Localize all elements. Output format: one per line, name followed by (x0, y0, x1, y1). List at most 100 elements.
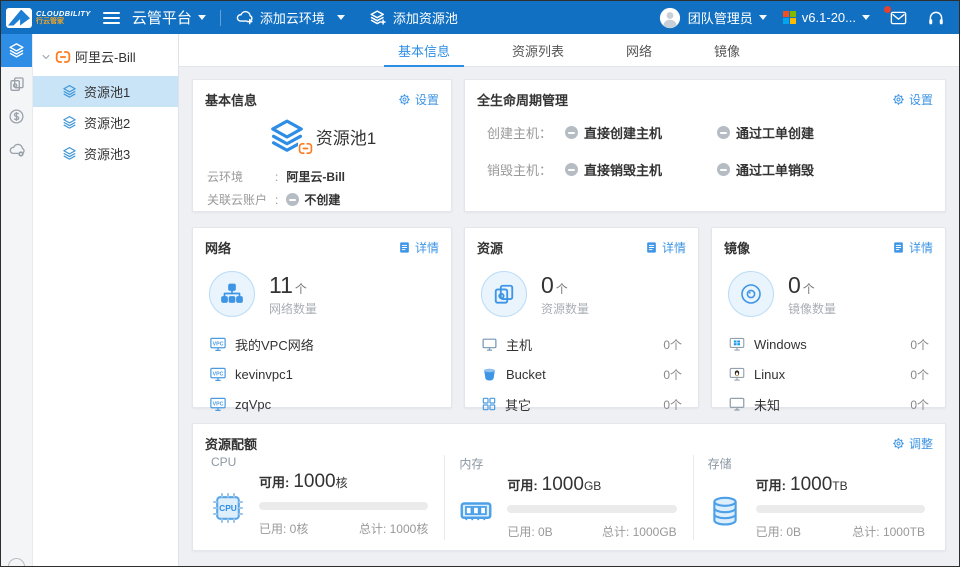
option-ticket-destroy: 通过工单销毁 (717, 160, 869, 179)
action-label: 设置 (415, 91, 439, 108)
card-title: 基本信息 (205, 90, 257, 109)
help-icon[interactable] (8, 558, 25, 567)
lifecycle-row-create: 创建主机： 直接创建主机 通过工单创建 (487, 123, 945, 142)
add-cloud-env-button[interactable]: 添加云环境 (235, 8, 345, 27)
bucket-icon (481, 366, 498, 383)
layers-icon (8, 42, 25, 59)
tab-network[interactable]: 网络 (626, 34, 652, 66)
action-label: 设置 (909, 91, 933, 108)
copy-icon (9, 76, 25, 92)
card-title: 镜像 (724, 238, 750, 257)
tab-resource-list[interactable]: 资源列表 (512, 34, 564, 66)
rail-item-cloud-settings[interactable] (1, 133, 32, 166)
product-menu[interactable]: 云管平台 (132, 7, 206, 28)
network-icon (220, 282, 244, 306)
avatar[interactable] (659, 7, 681, 29)
quota-available: 1000 (293, 471, 335, 492)
action-label: 详情 (415, 239, 439, 256)
quota-total: 总计: 1000TB (852, 523, 925, 540)
monitor-icon (481, 336, 498, 353)
tab-images[interactable]: 镜像 (714, 34, 740, 66)
minus-circle-icon (717, 163, 730, 176)
disc-icon (739, 282, 763, 306)
rail-item-billing[interactable] (1, 100, 32, 133)
row-label: 创建主机： (487, 123, 565, 142)
cloud-gear-icon (8, 141, 26, 159)
lifecycle-settings-button[interactable]: 设置 (892, 91, 933, 108)
info-value: 不创建 (286, 191, 340, 208)
basic-settings-button[interactable]: 设置 (398, 91, 439, 108)
brand-name: CLOUDBILITY (36, 10, 91, 18)
version-label: v6.1-20... (802, 10, 856, 25)
dollar-icon (8, 108, 25, 125)
gear-icon (892, 437, 905, 450)
vpc-list-item: zqVpc (209, 389, 435, 419)
user-menu[interactable]: 团队管理员 (681, 8, 767, 27)
gear-icon (892, 93, 905, 106)
caret-down-icon (862, 15, 870, 20)
tree-item-pool1[interactable]: 资源池1 (33, 76, 178, 107)
linux-icon (728, 365, 746, 383)
tab-label: 基本信息 (398, 41, 450, 60)
section-label: CPU (211, 455, 428, 469)
lifecycle-card: 全生命周期管理 设置 创建主机： 直接创建主机 (464, 79, 946, 212)
vpc-icon (209, 395, 227, 413)
quota-progress-bar (259, 502, 428, 510)
tree-root-aliyun-bill[interactable]: 阿里云-Bill (33, 34, 178, 76)
section-label: 内存 (459, 455, 676, 472)
quota-progress-bar (756, 505, 925, 513)
grid-icon (481, 396, 497, 412)
rail-item-resource-pools[interactable] (1, 34, 32, 67)
windows-icon (728, 335, 746, 353)
image-list-item-linux: Linux 0个 (728, 359, 929, 389)
brand-logo-icon (6, 8, 32, 28)
hamburger-menu-icon[interactable] (103, 9, 120, 27)
resource-list-item-other: 其它 0个 (481, 389, 682, 419)
action-label: 调整 (909, 435, 933, 452)
icon-rail (1, 34, 33, 566)
memory-icon (458, 493, 494, 529)
version-menu[interactable]: v6.1-20... (796, 10, 870, 25)
tab-label: 网络 (626, 41, 652, 60)
quota-section-storage: 存储 可用:1000TB 已用: 0B 总计: 1000TB (693, 455, 941, 540)
tree-item-label: 资源池3 (84, 144, 130, 163)
rail-item-resources[interactable] (1, 67, 32, 100)
card-title: 网络 (205, 238, 231, 257)
network-count-icon (209, 271, 255, 317)
alibaba-cloud-icon (298, 141, 313, 156)
minus-circle-icon (565, 126, 578, 139)
brand: CLOUDBILITY 行云管家 (36, 10, 91, 26)
gear-icon (398, 93, 411, 106)
quota-available: 1000 (542, 474, 584, 495)
vpc-icon (209, 365, 227, 383)
network-count-label: 网络数量 (269, 300, 317, 317)
layers-icon (62, 84, 77, 99)
resource-list-item-host: 主机 0个 (481, 329, 682, 359)
messages-button[interactable] (888, 9, 909, 27)
tree-item-pool2[interactable]: 资源池2 (33, 107, 178, 138)
image-detail-button[interactable]: 详情 (892, 239, 933, 256)
option-ticket-create: 通过工单创建 (717, 123, 869, 142)
image-list-item-windows: Windows 0个 (728, 329, 929, 359)
brand-subname: 行云管家 (36, 18, 91, 26)
support-button[interactable] (927, 9, 945, 27)
quota-adjust-button[interactable]: 调整 (892, 435, 933, 452)
tab-basic-info[interactable]: 基本信息 (398, 34, 450, 66)
content-area: 基本信息 设置 资源池1 (179, 67, 959, 566)
action-label: 详情 (662, 239, 686, 256)
info-row-linked-account: 关联云账户 : 不创建 (207, 188, 437, 211)
add-resource-pool-button[interactable]: 添加资源池 (369, 8, 458, 27)
storage-icon (708, 494, 742, 528)
network-detail-button[interactable]: 详情 (398, 239, 439, 256)
layers-icon (62, 146, 77, 161)
quota-available: 1000 (790, 474, 832, 495)
info-label: 云环境 (207, 168, 275, 185)
user-role-label: 团队管理员 (688, 8, 753, 27)
main-area: 基本信息 资源列表 网络 镜像 基本信息 设置 (179, 34, 959, 566)
add-resource-pool-label: 添加资源池 (393, 8, 458, 27)
topbar-divider (220, 10, 221, 26)
tree-item-pool3[interactable]: 资源池3 (33, 138, 178, 169)
product-menu-label: 云管平台 (132, 7, 192, 28)
resource-detail-button[interactable]: 详情 (645, 239, 686, 256)
caret-down-icon (337, 15, 345, 20)
